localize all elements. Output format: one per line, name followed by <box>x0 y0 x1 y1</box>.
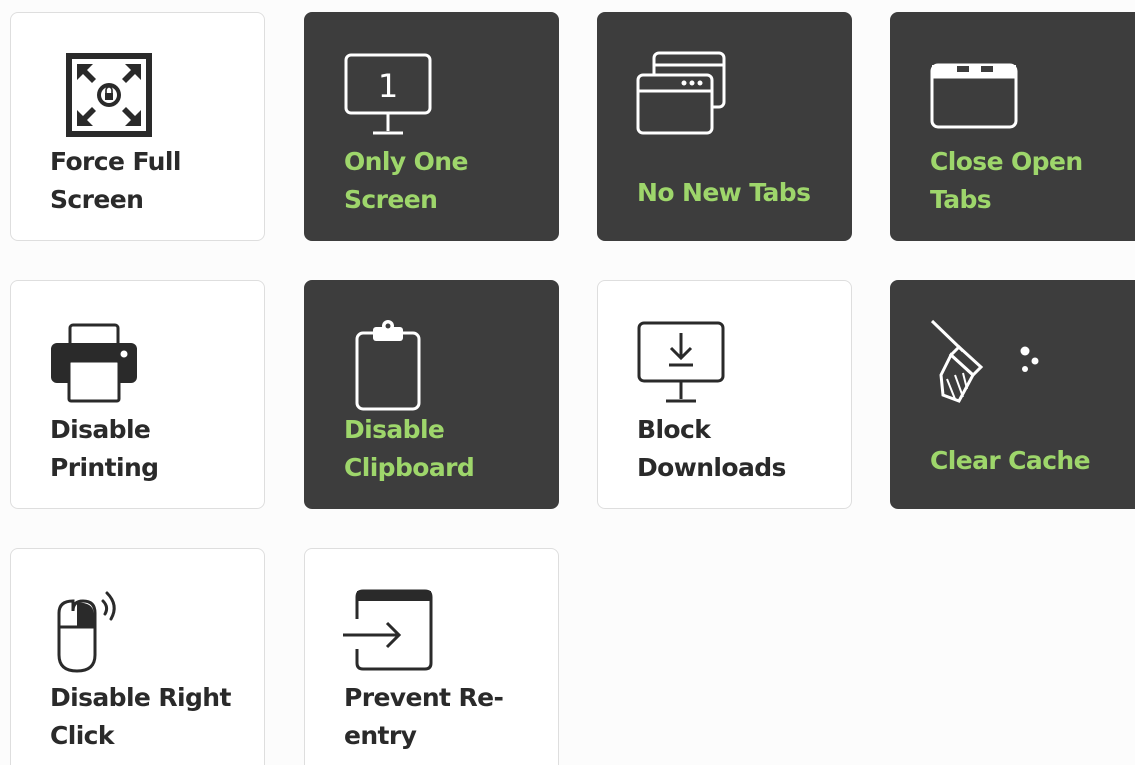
printer-icon <box>49 319 145 411</box>
tile-no-new-tabs[interactable]: No New Tabs <box>597 12 852 241</box>
exit-window-icon <box>343 587 439 679</box>
monitor-number: 1 <box>378 67 398 105</box>
tile-label: Only One Screen <box>344 147 468 214</box>
tile-label: Force Full Screen <box>50 147 181 214</box>
mouse-right-click-icon <box>49 587 145 679</box>
tile-label: Disable Printing <box>50 415 159 482</box>
single-monitor-icon: 1 <box>343 51 439 143</box>
monitor-download-icon <box>636 319 732 411</box>
tile-force-full-screen[interactable]: Force Full Screen <box>10 12 265 241</box>
tile-label: Prevent Re- entry <box>344 683 504 750</box>
browser-tabs-icon <box>929 51 1025 143</box>
broom-icon <box>929 319 1039 411</box>
tile-label: Block Downloads <box>637 415 786 482</box>
fullscreen-lock-icon <box>49 51 152 143</box>
security-options-grid: Force Full Screen 1 Only One Screen No N… <box>0 0 1135 765</box>
clipboard-icon <box>343 319 439 411</box>
tile-prevent-reentry[interactable]: Prevent Re- entry <box>304 548 559 765</box>
tile-close-open-tabs[interactable]: Close Open Tabs <box>890 12 1135 241</box>
tile-disable-clipboard[interactable]: Disable Clipboard <box>304 280 559 509</box>
browser-windows-icon <box>636 51 732 143</box>
tile-label: Clear Cache <box>930 446 1091 475</box>
tile-disable-right-click[interactable]: Disable Right Click <box>10 548 265 765</box>
tile-label: Disable Clipboard <box>344 415 475 482</box>
tile-disable-printing[interactable]: Disable Printing <box>10 280 265 509</box>
tile-label: No New Tabs <box>637 178 811 207</box>
tile-block-downloads[interactable]: Block Downloads <box>597 280 852 509</box>
tile-clear-cache[interactable]: Clear Cache <box>890 280 1135 509</box>
tile-label: Disable Right Click <box>50 683 231 750</box>
tile-only-one-screen[interactable]: 1 Only One Screen <box>304 12 559 241</box>
tile-label: Close Open Tabs <box>930 147 1083 214</box>
